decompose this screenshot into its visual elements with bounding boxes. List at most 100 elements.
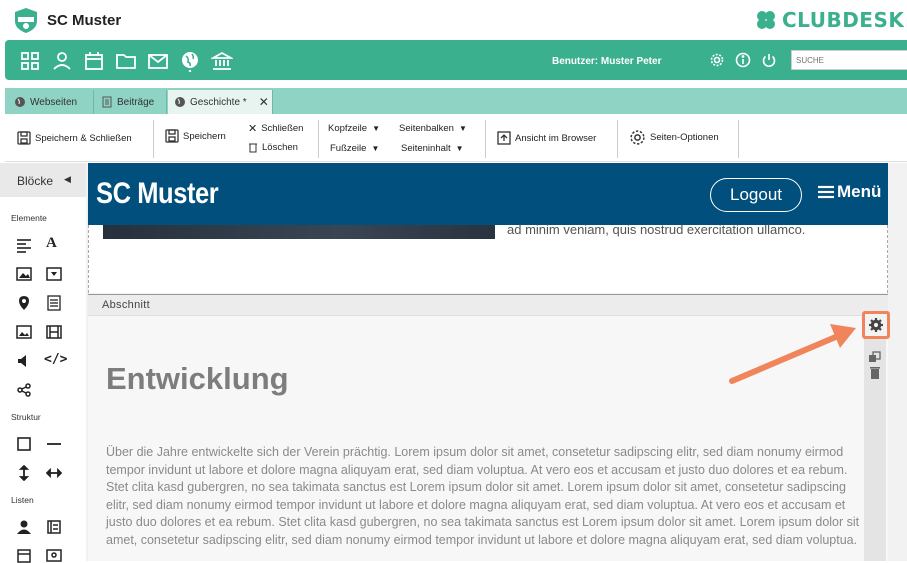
user-label[interactable]: Benutzer: Muster Peter	[552, 56, 661, 67]
page-options-button[interactable]: Seiten-Optionen	[629, 129, 719, 146]
video-icon[interactable]	[46, 324, 62, 340]
person-icon[interactable]	[51, 50, 73, 72]
caret-down-icon: ▼	[372, 124, 381, 133]
horizontal-spacer-icon[interactable]	[46, 465, 62, 481]
menu-button[interactable]: Menü	[818, 182, 881, 202]
audio-icon[interactable]	[16, 353, 32, 369]
gallery-icon[interactable]	[16, 324, 32, 340]
close-button[interactable]: ✕ Schließen	[248, 122, 303, 135]
text-icon[interactable]: A	[46, 235, 62, 251]
club-logo-icon	[15, 8, 37, 33]
category-struktur: Struktur	[11, 412, 41, 422]
info-icon[interactable]	[735, 52, 751, 68]
save-close-button[interactable]: Speichern & Schließen	[17, 131, 132, 145]
vertical-spacer-icon[interactable]	[16, 465, 32, 481]
power-icon[interactable]	[761, 52, 777, 68]
view-in-browser-button[interactable]: Ansicht im Browser	[497, 131, 596, 145]
page-content-label: Seiteninhalt	[401, 143, 451, 154]
logout-button[interactable]: Logout	[710, 178, 802, 212]
blocks-sidebar: Blöcke ◀ Elemente A </> Struktur Listen	[0, 163, 86, 563]
section-paragraph[interactable]: Über die Jahre entwickelte sich der Vere…	[106, 444, 871, 549]
form-icon[interactable]	[46, 295, 62, 311]
category-listen: Listen	[11, 495, 34, 505]
mail-icon[interactable]	[147, 50, 169, 72]
section-label-bar[interactable]: Abschnitt	[88, 294, 888, 316]
align-left-icon[interactable]	[16, 237, 32, 253]
caret-down-icon: ▼	[458, 124, 467, 133]
delete-button[interactable]: Löschen	[248, 142, 298, 153]
share-icon[interactable]	[16, 382, 32, 398]
block-tool-rail	[864, 316, 886, 561]
app-title: SC Muster	[47, 12, 122, 29]
globe-icon	[15, 97, 25, 107]
toolbar-divider	[153, 120, 154, 158]
members-list-icon[interactable]	[16, 519, 32, 535]
top-bar: SC Muster CLUBDESK	[0, 0, 907, 40]
globe-icon[interactable]	[179, 50, 201, 72]
copy-icon[interactable]	[868, 351, 882, 363]
toolbar-divider	[485, 120, 486, 158]
tab-label: Geschichte *	[190, 96, 247, 108]
save-label: Speichern	[183, 130, 226, 142]
clover-icon	[757, 11, 775, 29]
list-table-icon[interactable]	[46, 519, 62, 535]
toolbar-divider	[318, 120, 319, 158]
container-icon[interactable]	[16, 436, 32, 452]
previous-section[interactable]: ad minim veniam, quis nostrud exercitati…	[88, 222, 888, 293]
save-icon	[165, 129, 179, 143]
trash-icon[interactable]	[869, 366, 881, 379]
search-input[interactable]	[791, 50, 907, 70]
menu-label: Menü	[837, 182, 882, 201]
editor-canvas: SC Muster Logout Menü ad minim veniam, q…	[86, 163, 907, 561]
header-dropdown[interactable]: Kopfzeile ▼	[328, 123, 380, 134]
gear-icon[interactable]	[709, 52, 725, 68]
gear-icon	[630, 130, 645, 145]
main-nav-bar: Benutzer: Muster Peter	[5, 40, 907, 80]
hamburger-icon	[818, 185, 834, 199]
save-close-label: Speichern & Schließen	[35, 132, 132, 144]
toolbar-divider	[617, 120, 618, 158]
header-label: Kopfzeile	[328, 123, 368, 134]
page-content-dropdown[interactable]: Seiteninhalt ▼	[401, 143, 464, 154]
image-icon[interactable]	[16, 266, 32, 282]
bank-icon[interactable]	[211, 50, 233, 72]
site-header: SC Muster Logout Menü	[88, 163, 888, 225]
tab-label: Webseiten	[30, 96, 78, 108]
calendar-icon[interactable]	[83, 50, 105, 72]
site-title: SC Muster	[96, 177, 219, 210]
tab-beitraege[interactable]: Beiträge	[95, 90, 167, 114]
section-settings-button[interactable]	[862, 311, 890, 339]
dashboard-icon[interactable]	[19, 50, 41, 72]
code-icon[interactable]: </>	[44, 352, 67, 368]
gear-icon	[869, 318, 883, 332]
dropdown-block-icon[interactable]	[46, 266, 62, 282]
tab-label: Beiträge	[117, 96, 155, 108]
globe-icon	[175, 97, 185, 107]
external-view-icon	[497, 131, 511, 145]
view-in-browser-label: Ansicht im Browser	[515, 132, 597, 144]
section-image	[103, 225, 495, 239]
map-pin-icon[interactable]	[16, 295, 32, 311]
save-button[interactable]: Speichern	[165, 129, 226, 143]
tab-geschichte[interactable]: Geschichte * ✕	[168, 90, 273, 114]
section-label: Abschnitt	[102, 299, 150, 311]
divider-icon[interactable]	[46, 436, 62, 452]
collapse-icon[interactable]: ◀	[64, 174, 71, 185]
caret-down-icon: ▼	[455, 144, 464, 153]
caret-down-icon: ▼	[371, 144, 380, 153]
sidebar-dropdown[interactable]: Seitenbalken ▼	[399, 123, 467, 134]
sidebar-label: Seitenbalken	[399, 123, 454, 134]
footer-label: Fußzeile	[330, 143, 367, 154]
toolbar-divider	[738, 120, 739, 158]
tab-webseiten[interactable]: Webseiten	[8, 90, 94, 114]
close-icon[interactable]: ✕	[259, 95, 269, 109]
sidebar-title: Blöcke	[17, 174, 54, 188]
document-icon	[102, 96, 112, 108]
section-heading[interactable]: Entwicklung	[106, 361, 289, 397]
clubdesk-logo: CLUBDESK	[754, 6, 904, 34]
category-elemente: Elemente	[11, 213, 47, 223]
close-icon: ✕	[248, 123, 258, 135]
footer-dropdown[interactable]: Fußzeile ▼	[330, 143, 379, 154]
folder-icon[interactable]	[115, 50, 137, 72]
highlight-arrow	[729, 324, 856, 384]
